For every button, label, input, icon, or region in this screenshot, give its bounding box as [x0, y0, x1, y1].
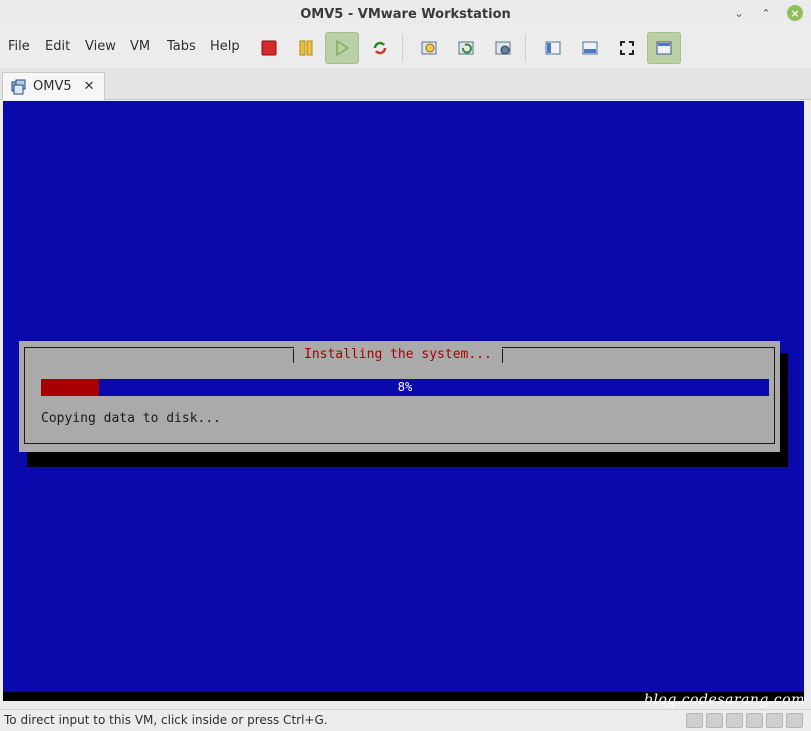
snapshot-icon — [421, 41, 437, 55]
printer-icon[interactable] — [766, 713, 783, 728]
status-bar: To direct input to this VM, click inside… — [0, 709, 811, 731]
hard-disk-icon[interactable] — [686, 713, 703, 728]
toolbar-separator — [402, 34, 403, 62]
title-bar: OMV5 - VMware Workstation ⌄ ⌃ × — [0, 0, 811, 28]
watermark: blog.codesarang.com — [644, 692, 805, 708]
restart-button[interactable] — [363, 32, 397, 64]
installer-dialog: Installing the system... 8% Copying data… — [19, 341, 780, 452]
toolbar: File Edit View VM Tabs Help — [0, 28, 811, 68]
toolbar-separator — [525, 34, 526, 62]
menu-file[interactable]: File — [8, 39, 30, 54]
restart-icon — [373, 41, 387, 55]
unity-view-button[interactable] — [647, 32, 681, 64]
fullscreen-icon — [620, 41, 634, 55]
network-icon[interactable] — [726, 713, 743, 728]
power-off-button[interactable] — [252, 32, 286, 64]
status-message: Copying data to disk... — [41, 411, 222, 426]
usb-icon[interactable] — [746, 713, 763, 728]
menu-help[interactable]: Help — [210, 39, 240, 54]
power-off-icon — [261, 40, 277, 56]
install-progress-bar: 8% — [41, 379, 769, 396]
progress-percent-label: 8% — [397, 380, 413, 394]
close-window-button[interactable]: × — [787, 5, 803, 21]
vm-console[interactable]: Installing the system... 8% Copying data… — [3, 101, 804, 701]
tab-bar: OMV5 ✕ — [0, 68, 811, 100]
vm-icon — [11, 79, 26, 94]
window-title: OMV5 - VMware Workstation — [300, 6, 511, 22]
fullscreen-button[interactable] — [610, 32, 644, 64]
sound-icon[interactable] — [786, 713, 803, 728]
pause-icon — [299, 40, 313, 56]
snapshot-manager-icon — [495, 41, 511, 55]
show-library-button[interactable] — [536, 32, 570, 64]
power-on-button[interactable] — [325, 32, 359, 64]
dialog-title-wrap: Installing the system... — [293, 346, 503, 365]
cd-rom-icon[interactable] — [706, 713, 723, 728]
close-tab-icon[interactable]: ✕ — [84, 79, 95, 94]
dialog-frame: Installing the system... 8% Copying data… — [24, 346, 775, 444]
menu-tabs[interactable]: Tabs — [167, 39, 196, 54]
tab-label: OMV5 — [33, 79, 72, 94]
thumbnail-bar-button[interactable] — [573, 32, 607, 64]
thumbnail-bar-icon — [582, 41, 598, 55]
tab-omv5[interactable]: OMV5 ✕ — [2, 72, 105, 100]
menu-view[interactable]: View — [85, 39, 116, 54]
status-hint: To direct input to this VM, click inside… — [4, 713, 328, 727]
unity-view-icon — [656, 41, 672, 55]
take-snapshot-button[interactable] — [412, 32, 446, 64]
sidebar-toggle-icon — [545, 41, 561, 55]
console-right-edge — [804, 101, 811, 701]
snapshot-manager-button[interactable] — [486, 32, 520, 64]
minimize-button[interactable]: ⌄ — [731, 5, 747, 21]
revert-snapshot-icon — [458, 41, 474, 55]
revert-snapshot-button[interactable] — [449, 32, 483, 64]
menu-edit[interactable]: Edit — [45, 39, 70, 54]
play-icon — [336, 39, 350, 57]
dialog-title: Installing the system... — [294, 346, 502, 362]
pause-button[interactable] — [289, 32, 323, 64]
device-icons — [686, 713, 803, 728]
maximize-button[interactable]: ⌃ — [758, 5, 774, 21]
menu-vm[interactable]: VM — [130, 39, 150, 54]
